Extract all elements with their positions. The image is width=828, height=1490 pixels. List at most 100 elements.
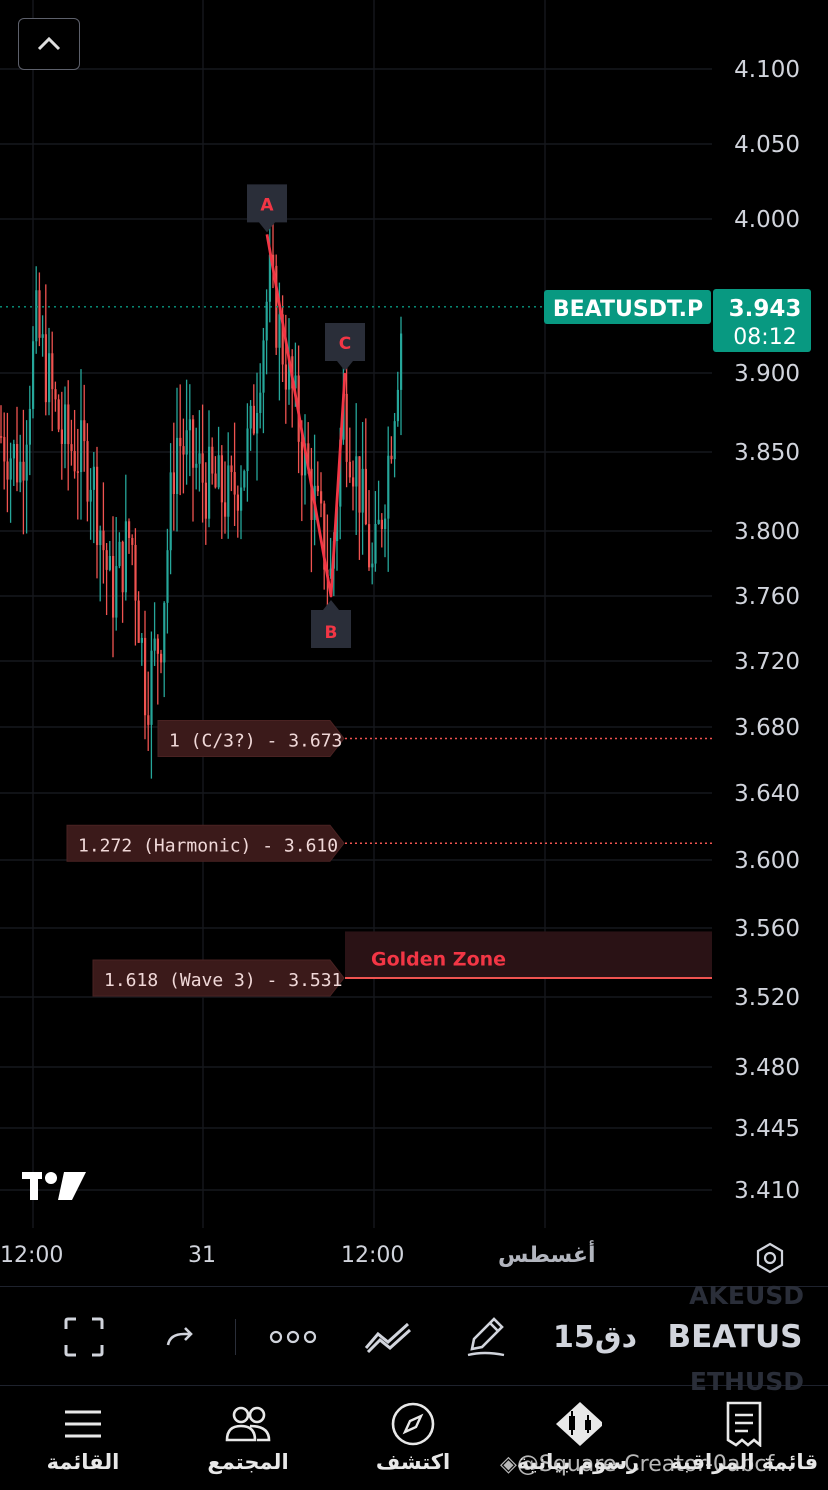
toolbar-separator — [235, 1319, 236, 1355]
drawing-tools-button[interactable] — [462, 1309, 510, 1365]
candle-body — [198, 453, 201, 464]
nav-item-explore[interactable]: اكتشف — [343, 1388, 483, 1490]
candle-body — [0, 436, 3, 438]
candle-body — [115, 566, 118, 618]
nav-item-community[interactable]: المجتمع — [178, 1388, 318, 1490]
more-dots-icon — [269, 1330, 317, 1344]
candle-body — [172, 472, 175, 495]
fullscreen-button[interactable] — [58, 1309, 110, 1365]
nav-label: المجتمع — [207, 1450, 289, 1474]
candle-body — [48, 353, 51, 403]
candle-body — [384, 518, 387, 529]
candle-body — [204, 482, 207, 519]
candle-body — [102, 530, 105, 551]
fib-level-label: 1 (C/3?) - 3.673 — [169, 731, 342, 752]
candle-body — [243, 471, 246, 488]
candle-body — [195, 463, 198, 468]
symbol-selector[interactable]: BEATUS — [666, 1309, 804, 1365]
candle-body — [44, 334, 47, 403]
candle-body — [227, 465, 230, 517]
candle-body — [144, 637, 147, 716]
more-button[interactable] — [266, 1309, 320, 1365]
candle-body — [80, 420, 83, 473]
countdown-label: 08:12 — [733, 325, 796, 350]
price-tick-label: 3.520 — [734, 985, 800, 1011]
candle-body — [220, 455, 223, 503]
price-tick-label: 4.000 — [734, 207, 800, 233]
time-axis[interactable] — [0, 1232, 828, 1284]
fib-level: 1.618 (Wave 3) - 3.531 — [92, 959, 345, 997]
price-tick-label: 3.410 — [734, 1178, 800, 1204]
candle-body — [150, 650, 153, 725]
candle-body — [70, 444, 73, 452]
time-tick: 31 — [188, 1243, 216, 1268]
candle-body — [169, 472, 172, 551]
collapse-button[interactable] — [18, 18, 80, 70]
price-tick-label: 3.600 — [734, 848, 800, 874]
candle-body — [54, 389, 57, 400]
redo-button[interactable] — [158, 1309, 202, 1365]
wave-label-a: A — [247, 184, 287, 233]
chart-settings-button[interactable] — [752, 1240, 788, 1276]
fib-level: 1.272 (Harmonic) - 3.610 — [66, 824, 712, 862]
candle-body — [112, 556, 115, 618]
candle-body — [396, 389, 399, 422]
candle-body — [278, 314, 281, 348]
candle-body — [176, 437, 179, 495]
candle-body — [188, 419, 191, 431]
candle-body — [345, 393, 348, 462]
candle-body — [208, 446, 211, 519]
watchlist-icon — [720, 1401, 768, 1447]
candle-body — [214, 473, 217, 488]
candle-body — [51, 353, 54, 390]
last-price-label: 3.943 — [729, 296, 802, 322]
fib-level: 1 (C/3?) - 3.673 — [157, 720, 712, 758]
candle-body — [28, 408, 31, 445]
candle-body — [217, 455, 220, 488]
candle-body — [3, 436, 6, 462]
candle-body — [67, 404, 70, 445]
candle-body — [57, 399, 60, 430]
price-tick-label: 3.445 — [734, 1116, 800, 1142]
wave-label-text: C — [339, 334, 351, 354]
wave-label-b: B — [311, 600, 351, 648]
candle-body — [76, 471, 79, 473]
candle-body — [92, 466, 95, 490]
candle-body — [128, 521, 131, 538]
settings-hexagon-icon — [756, 1242, 784, 1274]
candle-body — [185, 430, 188, 455]
price-chart[interactable]: 4.100 4.050 4.000 3.900 3.850 3.800 3.760 3.720… — [0, 0, 828, 1230]
candle-body — [153, 638, 156, 651]
price-tick-label: 3.850 — [734, 440, 800, 466]
symbol-badge-label: BEATUSDT.P — [553, 297, 703, 322]
candle-body — [64, 404, 67, 444]
candle-body — [6, 461, 9, 480]
candle-body — [192, 419, 195, 468]
candle-body — [9, 458, 12, 480]
candle-body — [131, 537, 134, 545]
wave-label-text: A — [260, 195, 274, 215]
candle-body — [320, 491, 323, 504]
price-tick-label: 3.480 — [734, 1055, 800, 1081]
menu-icon — [59, 1402, 107, 1446]
ghost-symbol-above: AKEUSD — [689, 1281, 804, 1310]
candle-body — [265, 301, 268, 341]
wave-label-text: B — [325, 623, 338, 643]
candle-body — [156, 638, 159, 654]
fib-level-label: 1.272 (Harmonic) - 3.610 — [78, 835, 338, 856]
candle-body — [364, 468, 367, 525]
candle-body — [25, 444, 28, 481]
candle-body — [19, 461, 22, 483]
candle-body — [348, 461, 351, 478]
interval-selector[interactable]: 15دق — [552, 1309, 638, 1365]
candle-body — [38, 290, 41, 338]
charts-icon — [554, 1402, 602, 1446]
nav-item-menu[interactable]: القائمة — [13, 1388, 153, 1490]
candle-body — [249, 405, 252, 429]
candle-body — [134, 544, 137, 601]
pen-icon — [467, 1317, 505, 1357]
indicators-button[interactable] — [362, 1309, 416, 1365]
candle-body — [316, 485, 319, 492]
chart-area[interactable]: 4.100 4.050 4.000 3.900 3.850 3.800 3.760 3.720… — [0, 0, 828, 1230]
candle-body — [393, 421, 396, 460]
